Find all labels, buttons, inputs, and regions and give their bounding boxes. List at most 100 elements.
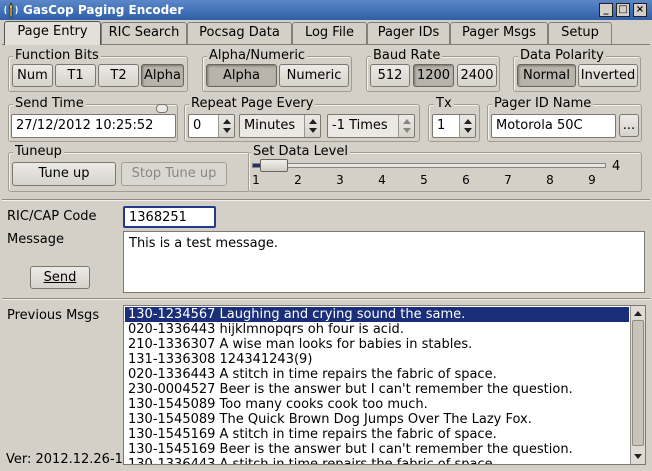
numeric-mode-button[interactable]: Numeric [279,64,349,87]
list-item[interactable]: 130-1545169 A stitch in time repairs the… [125,427,629,442]
alpha-numeric-label: Alpha/Numeric [207,48,308,63]
close-button[interactable]: × [633,3,647,17]
pager-id-name-field[interactable]: Motorola 50C [491,114,616,138]
window-title: GasCop Paging Encoder [23,3,184,17]
tab-label: Log File [304,25,355,40]
list-item[interactable]: 230-0004527 Beer is the answer but I can… [125,382,629,397]
tick-label: 9 [588,173,596,187]
tuneup-label: Tuneup [13,144,64,159]
alpha-function-button[interactable]: Alpha [141,64,184,87]
tab-setup[interactable]: Setup [548,22,612,44]
tab-pocsag-data[interactable]: Pocsag Data [187,22,292,44]
message-value: This is a test message. [129,236,278,251]
tab-ric-search[interactable]: RIC Search [101,22,187,44]
list-item[interactable]: 130-1545169 Beer is the answer but I can… [125,442,629,457]
baud-1200-button[interactable]: 1200 [413,64,454,87]
tab-pager-ids[interactable]: Pager IDs [367,22,450,44]
baud-512-button[interactable]: 512 [370,64,410,87]
tick-label: 3 [336,173,344,187]
tune-up-button[interactable]: Tune up [12,162,116,186]
message-label: Message [7,232,64,247]
baud-rate-label: Baud Rate [371,48,443,63]
tab-page-entry[interactable]: Page Entry [4,21,101,45]
data-level-label: Set Data Level [251,144,350,159]
tick-label: 8 [546,173,554,187]
list-item[interactable]: 020-1336443 A stitch in time repairs the… [125,367,629,382]
polarity-normal-button[interactable]: Normal [517,64,576,87]
tick-label: 4 [378,173,386,187]
message-textarea[interactable]: This is a test message. [123,231,645,293]
minimize-button[interactable]: _ [599,3,613,17]
data-polarity-label: Data Polarity [518,48,606,63]
pager-id-name-label: Pager ID Name [492,96,594,111]
tab-label: Pager Msgs [462,25,536,40]
spin-arrows-icon[interactable] [304,115,320,137]
browse-pager-id-button[interactable]: ... [619,114,639,137]
close-icon: × [635,4,645,15]
tab-pager-msgs[interactable]: Pager Msgs [450,22,548,44]
previous-msgs-list[interactable]: 130-1234567 Laughing and crying sound th… [123,305,646,465]
tab-log-file[interactable]: Log File [292,22,367,44]
repeat-count-spinner[interactable]: 0 [188,114,235,138]
previous-msgs-label: Previous Msgs [7,308,100,323]
spin-arrows-icon[interactable] [459,115,475,137]
list-item[interactable]: 130-1545089 The Quick Brown Dog Jumps Ov… [125,412,629,427]
send-time-label: Send Time [13,96,86,111]
maximize-icon: □ [618,4,628,15]
tick-label: 6 [462,173,470,187]
repeat-unit-value: Minutes [244,118,296,133]
title-bar[interactable]: GasCop Paging Encoder _ □ × [0,0,652,20]
tick-label: 5 [420,173,428,187]
ric-code-field[interactable]: 1368251 [123,206,216,228]
ric-code-value: 1368251 [129,210,187,225]
scroll-up-icon[interactable] [634,311,642,316]
list-item[interactable]: 130-1234567 Laughing and crying sound th… [125,307,629,322]
app-logo-icon [4,2,18,18]
scroll-thumb[interactable] [632,320,644,446]
list-item[interactable]: 130-1336443 A stitch in time repairs the… [125,457,629,464]
list-item[interactable]: 131-1336308 124341243(9) [125,352,629,367]
separator [2,199,650,201]
repeat-label: Repeat Page Every [189,96,316,111]
pager-id-name-value: Motorola 50C [496,118,583,133]
t2-button[interactable]: T2 [98,64,139,87]
send-time-field[interactable]: 27/12/2012 10:25:52 [11,114,176,138]
ric-label: RIC/CAP Code [7,209,97,224]
scroll-down-icon[interactable] [634,454,642,459]
separator [2,298,650,300]
maximize-button[interactable]: □ [616,3,630,17]
polarity-inverted-button[interactable]: Inverted [578,64,638,87]
t1-button[interactable]: T1 [55,64,96,87]
tab-label: Setup [561,25,599,40]
tick-label: 2 [294,173,302,187]
tick-label: 1 [252,173,260,187]
tab-label: Pager IDs [377,25,440,40]
tx-label: Tx [434,96,454,111]
data-level-max-value: 4 [612,159,621,174]
data-level-slider-thumb[interactable] [260,159,288,172]
tab-label: Page Entry [17,24,88,39]
alpha-mode-button[interactable]: Alpha [206,64,277,87]
repeat-times-value: -1 Times [332,118,388,133]
spin-arrows-icon[interactable] [218,115,234,137]
repeat-unit-spinner[interactable]: Minutes [239,114,321,138]
list-item[interactable]: 130-1545089 Too many cooks cook too much… [125,397,629,412]
data-level-slider-track[interactable] [252,163,606,168]
function-bits-label: Function Bits [13,48,101,63]
spin-arrows-icon[interactable] [398,115,414,137]
send-button[interactable]: Send [30,266,90,289]
repeat-count-value: 0 [193,118,202,133]
stop-tune-up-button: Stop Tune up [121,162,227,186]
tx-value: 1 [437,118,446,133]
minimize-icon: _ [603,4,609,15]
list-item[interactable]: 210-1336307 A wise man looks for babies … [125,337,629,352]
baud-2400-button[interactable]: 2400 [457,64,497,87]
repeat-times-spinner[interactable]: -1 Times [327,114,415,138]
calendar-toggle-icon[interactable] [156,104,168,113]
tx-spinner[interactable]: 1 [432,114,476,138]
list-item[interactable]: 020-1336443 hijklmnopqrs oh four is acid… [125,322,629,337]
previous-msgs-scrollbar[interactable] [630,306,645,464]
tick-label: 7 [504,173,512,187]
num-button[interactable]: Num [12,64,53,87]
tab-label: RIC Search [108,25,180,40]
